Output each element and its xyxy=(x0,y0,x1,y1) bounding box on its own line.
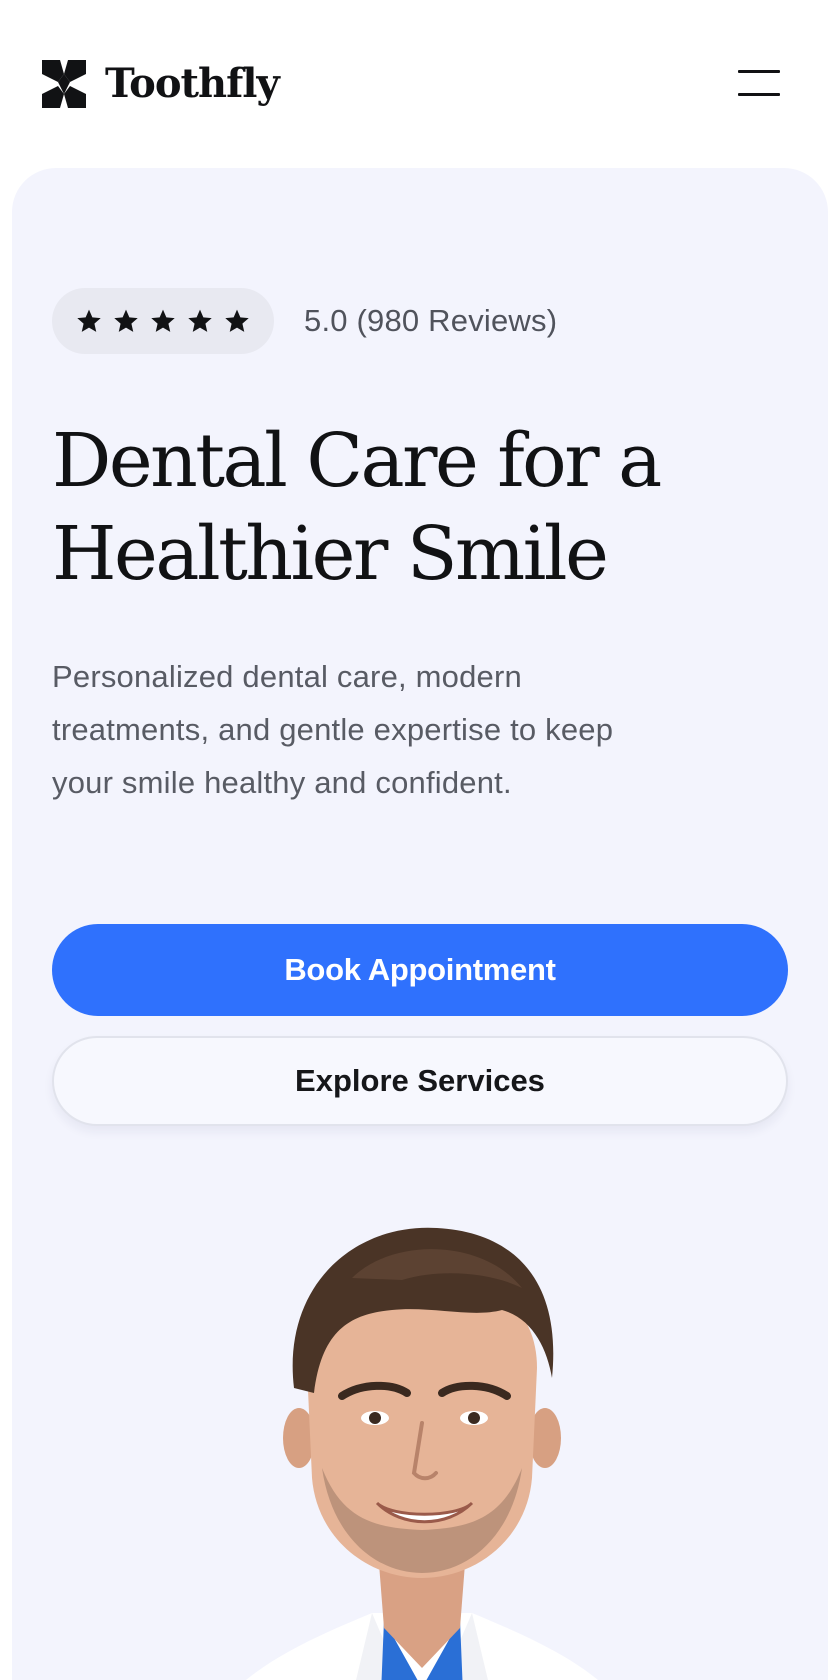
hero-section: 5.0 (980 Reviews) Dental Care for a Heal… xyxy=(12,168,828,1680)
hero-subtitle-line: your smile healthy and confident. xyxy=(52,765,512,800)
rating-row: 5.0 (980 Reviews) xyxy=(52,288,557,354)
menu-bar xyxy=(738,70,780,73)
brand-name: Toothfly xyxy=(105,60,280,107)
hero-title-line: Healthier Smile xyxy=(52,511,609,597)
pinwheel-logo-icon xyxy=(42,60,86,108)
rating-text: 5.0 (980 Reviews) xyxy=(304,303,558,338)
hero-title-line: Dental Care for a xyxy=(52,418,662,504)
hero-subtitle-line: Personalized dental care, modern xyxy=(52,659,522,694)
explore-services-button[interactable]: Explore Services xyxy=(52,1036,788,1126)
site-header: Toothfly xyxy=(0,0,840,168)
hero-subtitle: Personalized dental care, modern treatme… xyxy=(52,650,712,809)
star-icon xyxy=(114,309,138,332)
star-icon xyxy=(225,309,249,332)
star-icon xyxy=(188,309,212,332)
brand-logo[interactable]: Toothfly xyxy=(40,60,280,108)
star-icon xyxy=(151,309,175,332)
star-icon xyxy=(77,309,101,332)
menu-button[interactable] xyxy=(738,70,780,98)
stars-badge xyxy=(52,288,274,354)
menu-bar xyxy=(738,93,780,96)
book-appointment-button[interactable]: Book Appointment xyxy=(52,924,788,1016)
hero-subtitle-line: treatments, and gentle expertise to keep xyxy=(52,712,614,747)
hero-title: Dental Care for a Healthier Smile xyxy=(52,415,772,601)
dentist-portrait xyxy=(246,1227,598,1680)
